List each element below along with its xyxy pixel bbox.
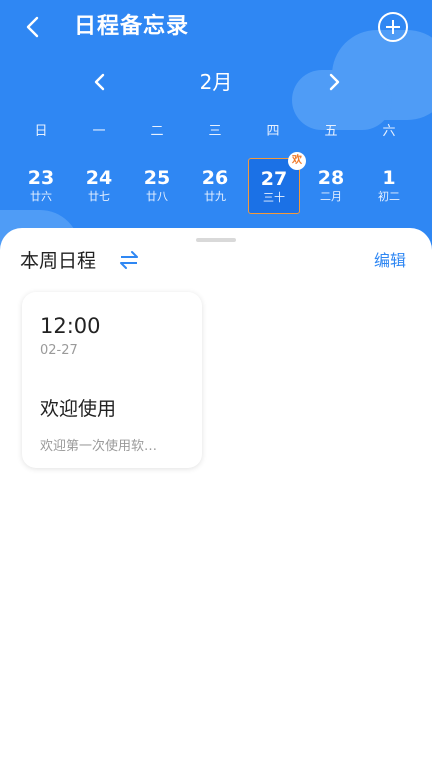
lunar-date: 二月 bbox=[320, 190, 342, 203]
section-title: 本周日程 bbox=[20, 250, 97, 272]
schedule-time: 12:00 bbox=[40, 314, 101, 338]
chevron-right-icon bbox=[329, 73, 340, 91]
add-schedule-button[interactable] bbox=[378, 12, 408, 42]
top-bar: 日程备忘录 bbox=[0, 0, 432, 56]
day-cell-selected[interactable]: 27 三十 欢 bbox=[248, 152, 306, 214]
swap-arrows-icon bbox=[120, 251, 138, 269]
day-number: 25 bbox=[143, 167, 171, 189]
schedule-title: 欢迎使用 bbox=[40, 398, 117, 420]
lunar-date: 廿九 bbox=[204, 190, 226, 203]
weekday-label: 一 bbox=[92, 124, 106, 139]
lunar-date: 廿六 bbox=[30, 190, 52, 203]
next-month-button[interactable] bbox=[320, 64, 348, 100]
schedule-description: 欢迎第一次使用软… bbox=[40, 439, 158, 454]
schedule-sheet: 本周日程 编辑 12:00 02-27 欢迎使用 欢迎第一次使用软… bbox=[0, 228, 432, 768]
back-button[interactable] bbox=[22, 10, 54, 44]
schedule-card[interactable]: 12:00 02-27 欢迎使用 欢迎第一次使用软… bbox=[22, 292, 202, 468]
day-cell[interactable]: 28 二月 bbox=[306, 158, 356, 212]
day-number: 1 bbox=[382, 167, 396, 189]
day-cell[interactable]: 24 廿七 bbox=[74, 158, 124, 212]
swap-view-button[interactable] bbox=[118, 248, 140, 272]
day-cell[interactable]: 25 廿八 bbox=[132, 158, 182, 212]
weekday-label: 三 bbox=[208, 124, 222, 139]
week-days-row: 23 廿六 24 廿七 25 廿八 26 廿九 27 三十 欢 28 二月 1 … bbox=[0, 152, 432, 214]
day-number: 26 bbox=[201, 167, 229, 189]
weekday-label: 五 bbox=[324, 124, 338, 139]
month-label: 2月 bbox=[199, 70, 233, 94]
plus-circle-icon bbox=[386, 20, 400, 34]
month-navigator: 2月 bbox=[0, 62, 432, 102]
weekday-label: 二 bbox=[150, 124, 164, 139]
lunar-date: 三十 bbox=[263, 191, 285, 204]
drag-handle[interactable] bbox=[196, 238, 236, 242]
lunar-date: 廿七 bbox=[88, 190, 110, 203]
event-badge: 欢 bbox=[288, 152, 306, 170]
previous-month-button[interactable] bbox=[86, 64, 114, 100]
day-number: 23 bbox=[27, 167, 55, 189]
weekday-label: 日 bbox=[34, 124, 48, 139]
day-cell[interactable]: 1 初二 bbox=[364, 158, 414, 212]
weekday-row: 日 一 二 三 四 五 六 bbox=[0, 122, 432, 144]
schedule-date: 02-27 bbox=[40, 343, 78, 358]
page-title: 日程备忘录 bbox=[74, 14, 190, 39]
weekday-label: 六 bbox=[382, 124, 396, 139]
chevron-left-icon bbox=[94, 73, 105, 91]
day-number: 24 bbox=[85, 167, 113, 189]
day-number: 28 bbox=[317, 167, 345, 189]
chevron-left-icon bbox=[26, 16, 39, 38]
weekday-label: 四 bbox=[266, 124, 280, 139]
lunar-date: 初二 bbox=[378, 190, 400, 203]
day-cell[interactable]: 23 廿六 bbox=[16, 158, 66, 212]
day-cell[interactable]: 26 廿九 bbox=[190, 158, 240, 212]
lunar-date: 廿八 bbox=[146, 190, 168, 203]
calendar-header: 日程备忘录 2月 日 一 二 三 四 五 六 23 廿六 24 廿七 25 廿八… bbox=[0, 0, 432, 260]
edit-button[interactable]: 编辑 bbox=[374, 249, 406, 273]
